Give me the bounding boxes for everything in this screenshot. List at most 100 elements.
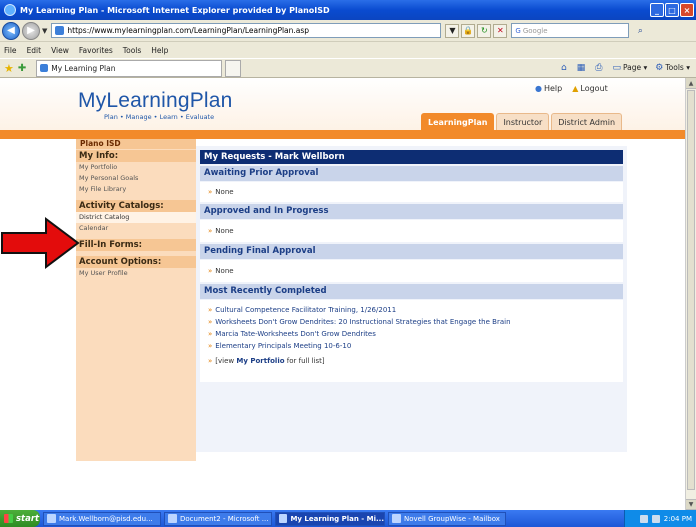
- list-item[interactable]: » Worksheets Don't Grow Dendrites: 20 Ins…: [200, 316, 623, 328]
- word-icon: [168, 514, 177, 523]
- minimize-button[interactable]: _: [650, 3, 664, 17]
- list-item: » None: [208, 227, 234, 235]
- list-item[interactable]: » Marcia Tate-Worksheets Don't Grow Dendr…: [200, 328, 623, 340]
- address-url: https://www.mylearningplan.com/LearningP…: [67, 26, 310, 35]
- history-dropdown-icon[interactable]: ▼: [42, 27, 47, 35]
- network-icon[interactable]: [639, 514, 648, 523]
- logout-icon: ▲: [572, 84, 579, 93]
- start-label: start: [16, 513, 40, 524]
- stop-button[interactable]: ✕: [493, 23, 508, 38]
- section-pending-final-approval: Pending Final Approval: [200, 244, 623, 259]
- start-button[interactable]: start: [0, 510, 40, 527]
- close-button[interactable]: ×: [680, 3, 694, 17]
- search-placeholder: Google: [522, 26, 548, 35]
- lock-icon[interactable]: 🔒: [461, 23, 476, 38]
- tab-favicon-icon: [40, 64, 49, 72]
- forward-button[interactable]: ▶: [22, 21, 40, 40]
- menu-favorites[interactable]: Favorites: [79, 46, 113, 55]
- section-approved-in-progress: Approved and In Progress: [200, 204, 623, 219]
- sidebar-item-calendar[interactable]: Calendar: [76, 223, 196, 234]
- window-title: My Learning Plan - Microsoft Internet Ex…: [20, 5, 330, 15]
- approved-list: » None: [200, 220, 623, 242]
- menu-view[interactable]: View: [51, 46, 69, 55]
- menu-edit[interactable]: Edit: [27, 46, 42, 55]
- sidebar-item-my-file-library[interactable]: My File Library: [76, 184, 196, 195]
- mail-icon: [47, 514, 56, 523]
- sidebar-item-district-catalog[interactable]: District Catalog: [76, 212, 196, 223]
- tools-gear-icon: ⚙: [655, 63, 664, 73]
- help-icon: ●: [535, 84, 542, 93]
- sidebar-heading-fill-in-forms: Fill-In Forms:: [76, 239, 196, 251]
- print-icon[interactable]: ⎙: [595, 63, 602, 73]
- ie-taskbar-icon: [279, 514, 288, 523]
- refresh-button[interactable]: ↻: [477, 23, 492, 38]
- address-bar[interactable]: https://www.mylearningplan.com/LearningP…: [51, 23, 442, 38]
- menu-help[interactable]: Help: [151, 46, 168, 55]
- taskbar: start Mark.Wellborn@pisd.edu... Document…: [0, 510, 696, 527]
- add-favorite-icon[interactable]: ✚: [18, 63, 26, 74]
- search-input[interactable]: G Google: [511, 23, 630, 38]
- view-full-list: » [view My Portfolio for full list]: [208, 357, 325, 365]
- taskbar-item-document[interactable]: Document2 - Microsoft ...: [164, 511, 272, 526]
- logout-link[interactable]: ▲ Logout: [572, 84, 608, 93]
- tab-learningplan[interactable]: LearningPlan: [421, 113, 495, 130]
- page-menu-label: Page: [622, 63, 642, 72]
- site-header: MyLearningPlan Plan • Manage • Learn • E…: [0, 78, 685, 130]
- page-menu[interactable]: ▭ Page ▾: [612, 63, 647, 73]
- my-portfolio-link[interactable]: My Portfolio: [236, 357, 284, 365]
- sidebar-heading-my-info: My Info:: [76, 150, 196, 162]
- search-icon[interactable]: ⌕: [633, 24, 647, 38]
- favorites-bar: ★ ✚ My Learning Plan ⌂ ▦ ⎙ ▭ Page ▾ ⚙ Tool…: [0, 58, 696, 78]
- scroll-up-icon[interactable]: ▲: [686, 78, 696, 89]
- list-item: » None: [208, 267, 234, 275]
- groupwise-icon: [392, 514, 401, 523]
- scroll-down-icon[interactable]: ▼: [686, 499, 696, 510]
- help-label: Help: [543, 84, 563, 93]
- site-tagline: Plan • Manage • Learn • Evaluate: [104, 113, 215, 121]
- taskbar-item-groupwise[interactable]: Novell GroupWise - Mailbox: [388, 511, 506, 526]
- red-arrow-icon: [1, 217, 80, 269]
- sidebar-item-my-personal-goals[interactable]: My Personal Goals: [76, 173, 196, 184]
- volume-icon[interactable]: [651, 514, 660, 523]
- scroll-thumb[interactable]: [687, 90, 695, 490]
- feeds-icon[interactable]: ▦: [577, 63, 586, 73]
- list-item[interactable]: » Elementary Principals Meeting 10-6-10: [200, 340, 623, 352]
- favorites-star-icon[interactable]: ★: [4, 62, 14, 75]
- google-icon: G: [515, 26, 521, 35]
- address-row: ◀ ▶ ▼ https://www.mylearningplan.com/Lea…: [0, 20, 696, 42]
- tools-menu[interactable]: ⚙ Tools ▾: [655, 63, 690, 73]
- maximize-button[interactable]: □: [665, 3, 679, 17]
- taskbar-item-browser[interactable]: My Learning Plan - Mi...: [275, 511, 385, 526]
- requests-title: My Requests - Mark Wellborn: [200, 150, 623, 164]
- sidebar-item-my-portfolio[interactable]: My Portfolio: [76, 162, 196, 173]
- menu-file[interactable]: File: [4, 46, 17, 55]
- sidebar: My Info: My Portfolio My Personal Goals …: [76, 149, 196, 461]
- pending-list: » None: [200, 260, 623, 282]
- sidebar-heading-account-options: Account Options:: [76, 256, 196, 268]
- section-most-recently-completed: Most Recently Completed: [200, 284, 623, 299]
- new-tab-button[interactable]: [225, 59, 242, 77]
- site-tabs: LearningPlan Instructor District Admin: [421, 113, 623, 130]
- list-item[interactable]: » Cultural Competence Facilitator Trainin…: [200, 304, 623, 316]
- completed-list: » Cultural Competence Facilitator Trainin…: [200, 300, 623, 382]
- header-divider: [0, 130, 685, 139]
- site-logo[interactable]: MyLearningPlan: [78, 89, 233, 113]
- vertical-scrollbar[interactable]: ▲ ▼: [685, 78, 696, 510]
- menu-tools[interactable]: Tools: [123, 46, 141, 55]
- help-link[interactable]: ● Help: [535, 84, 562, 93]
- taskbar-item-email[interactable]: Mark.Wellborn@pisd.edu...: [43, 511, 161, 526]
- menu-bar: File Edit View Favorites Tools Help: [0, 42, 696, 58]
- home-icon[interactable]: ⌂: [561, 63, 567, 73]
- browser-tab[interactable]: My Learning Plan: [36, 59, 223, 77]
- address-dropdown-icon[interactable]: ▼: [445, 23, 460, 38]
- page-favicon-icon: [55, 26, 65, 35]
- system-tray: 2:04 PM: [624, 510, 696, 527]
- section-awaiting-prior-approval: Awaiting Prior Approval: [200, 166, 623, 181]
- ie-icon: [4, 4, 16, 16]
- back-button[interactable]: ◀: [2, 21, 20, 40]
- tab-district-admin[interactable]: District Admin: [551, 113, 623, 130]
- district-name: Plano ISD: [76, 139, 196, 149]
- sidebar-item-my-user-profile[interactable]: My User Profile: [76, 268, 196, 279]
- tab-instructor[interactable]: Instructor: [496, 113, 550, 130]
- list-item: » None: [208, 188, 234, 196]
